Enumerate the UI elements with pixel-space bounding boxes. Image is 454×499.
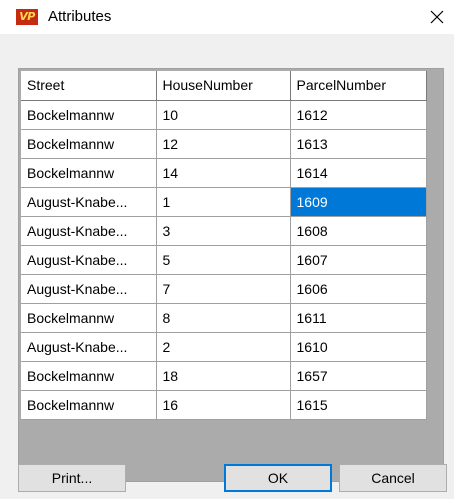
- cell-street[interactable]: August-Knabe...: [21, 245, 157, 275]
- cell-parcel-number[interactable]: 1657: [290, 361, 427, 391]
- close-icon: [430, 10, 444, 24]
- ok-button[interactable]: OK: [224, 464, 332, 492]
- title-bar: VP Attributes: [0, 0, 454, 34]
- vp-app-icon: VP: [16, 9, 38, 25]
- table-row[interactable]: Bockelmannw 18 1657: [21, 361, 427, 391]
- cancel-button[interactable]: Cancel: [339, 464, 447, 492]
- cell-house-number[interactable]: 18: [156, 361, 291, 391]
- column-header-street[interactable]: Street: [21, 71, 157, 101]
- cell-house-number[interactable]: 1: [156, 187, 291, 217]
- table-row[interactable]: August-Knabe... 7 1606: [21, 274, 427, 304]
- print-button-label: Print...: [51, 470, 93, 486]
- column-header-house-number[interactable]: HouseNumber: [156, 71, 291, 101]
- attributes-grid[interactable]: Street HouseNumber ParcelNumber Bockelmann…: [18, 68, 444, 482]
- cell-street[interactable]: Bockelmannw: [21, 361, 157, 391]
- table-row[interactable]: August-Knabe... 3 1608: [21, 216, 427, 246]
- cell-street[interactable]: August-Knabe...: [21, 187, 157, 217]
- cell-parcel-number[interactable]: 1613: [290, 129, 427, 159]
- cell-house-number[interactable]: 7: [156, 274, 291, 304]
- table-row[interactable]: August-Knabe... 2 1610: [21, 332, 427, 362]
- cell-street[interactable]: Bockelmannw: [21, 129, 157, 159]
- cell-parcel-number[interactable]: 1612: [290, 100, 427, 130]
- cell-house-number[interactable]: 3: [156, 216, 291, 246]
- cell-street[interactable]: August-Knabe...: [21, 332, 157, 362]
- cell-house-number[interactable]: 5: [156, 245, 291, 275]
- cell-parcel-number[interactable]: 1610: [290, 332, 427, 362]
- print-button[interactable]: Print...: [18, 464, 126, 492]
- table-row[interactable]: August-Knabe... 1 1609: [21, 187, 427, 217]
- cell-street[interactable]: August-Knabe...: [21, 216, 157, 246]
- cell-street[interactable]: August-Knabe...: [21, 274, 157, 304]
- cell-parcel-number[interactable]: 1609: [290, 187, 427, 217]
- cell-street[interactable]: Bockelmannw: [21, 100, 157, 130]
- cell-house-number[interactable]: 16: [156, 390, 291, 420]
- cancel-button-label: Cancel: [371, 470, 415, 486]
- cell-house-number[interactable]: 14: [156, 158, 291, 188]
- cell-house-number[interactable]: 2: [156, 332, 291, 362]
- cell-house-number[interactable]: 10: [156, 100, 291, 130]
- column-header-parcel-number[interactable]: ParcelNumber: [290, 71, 427, 101]
- header-row: Street HouseNumber ParcelNumber: [21, 71, 427, 101]
- dialog-client-area: Street HouseNumber ParcelNumber Bockelmann…: [0, 34, 454, 499]
- table-row[interactable]: Bockelmannw 16 1615: [21, 390, 427, 420]
- cell-street[interactable]: Bockelmannw: [21, 158, 157, 188]
- close-button[interactable]: [420, 0, 454, 34]
- cell-parcel-number[interactable]: 1611: [290, 303, 427, 333]
- cell-parcel-number[interactable]: 1615: [290, 390, 427, 420]
- ok-button-label: OK: [267, 470, 289, 486]
- table-row[interactable]: Bockelmannw 12 1613: [21, 129, 427, 159]
- cell-parcel-number[interactable]: 1608: [290, 216, 427, 246]
- attributes-table: Street HouseNumber ParcelNumber Bockelmann…: [21, 71, 427, 420]
- cell-house-number[interactable]: 12: [156, 129, 291, 159]
- cell-street[interactable]: Bockelmannw: [21, 390, 157, 420]
- cell-parcel-number[interactable]: 1607: [290, 245, 427, 275]
- cell-parcel-number[interactable]: 1614: [290, 158, 427, 188]
- table-row[interactable]: Bockelmannw 14 1614: [21, 158, 427, 188]
- table-row[interactable]: Bockelmannw 10 1612: [21, 100, 427, 130]
- cell-parcel-number[interactable]: 1606: [290, 274, 427, 304]
- window-title: Attributes: [48, 8, 112, 25]
- cell-house-number[interactable]: 8: [156, 303, 291, 333]
- table-row[interactable]: August-Knabe... 5 1607: [21, 245, 427, 275]
- cell-street[interactable]: Bockelmannw: [21, 303, 157, 333]
- table-row[interactable]: Bockelmannw 8 1611: [21, 303, 427, 333]
